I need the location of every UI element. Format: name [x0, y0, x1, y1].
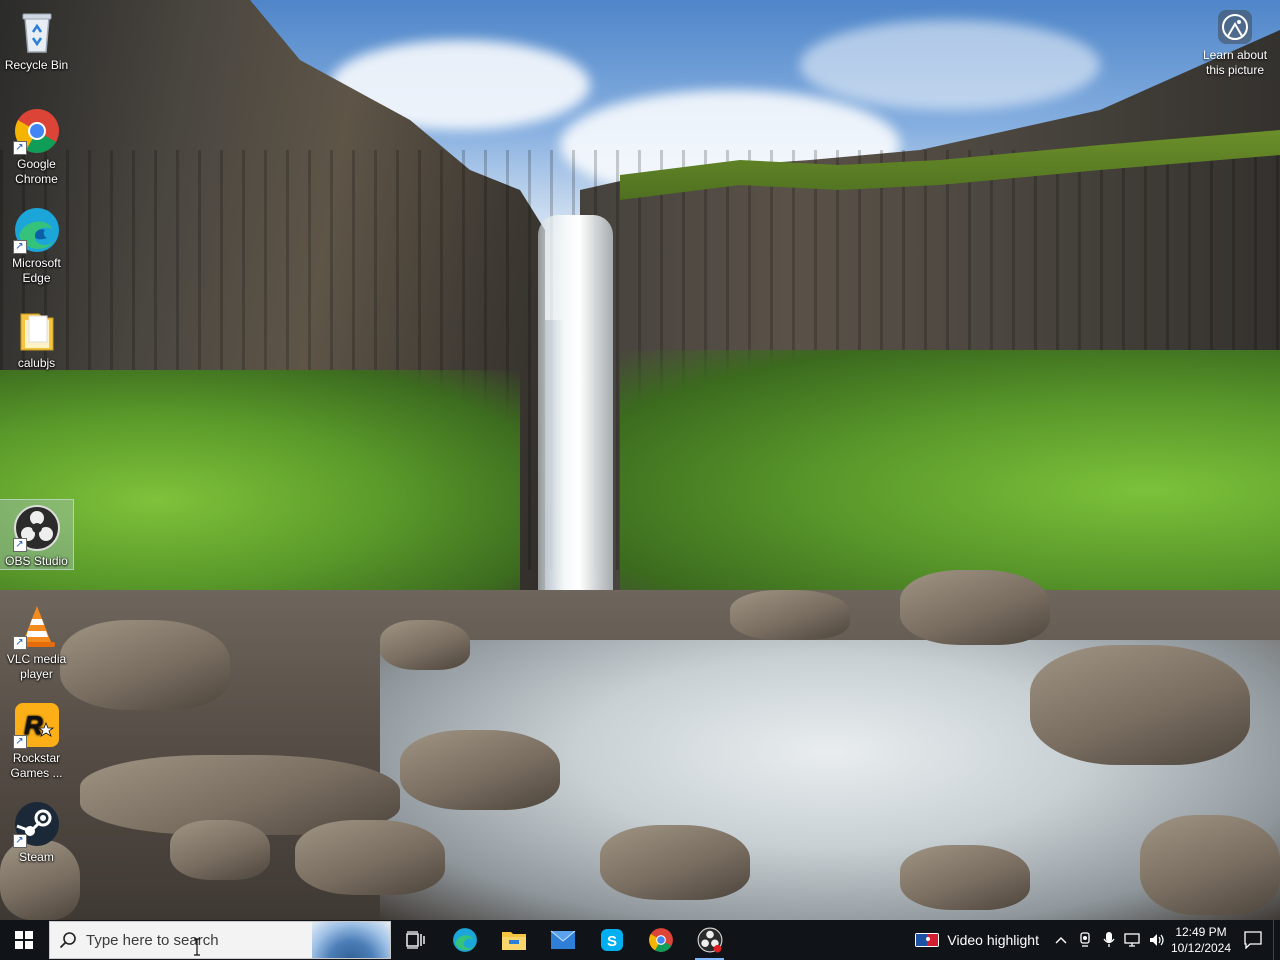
learn-about-picture-button[interactable]: Learn about this picture [1198, 10, 1272, 78]
system-tray: Video highlight 12:49 PM 10/12/2024 [905, 920, 1280, 960]
wallpaper-rock [1030, 645, 1250, 765]
desktop-icon-label: Steam [19, 850, 54, 864]
start-button[interactable] [0, 920, 48, 960]
desktop-icon-label: Recycle Bin [4, 58, 69, 72]
desktop-icon-calubjs[interactable]: calubjs [0, 302, 73, 371]
file-explorer-icon [501, 932, 526, 950]
search-icon [50, 931, 86, 949]
desktop-icon-microsoft-edge[interactable]: ↗ Microsoft Edge [0, 202, 73, 286]
taskbar-clock[interactable]: 12:49 PM 10/12/2024 [1169, 924, 1233, 956]
notification-center-button[interactable] [1233, 920, 1273, 960]
news-widget[interactable]: Video highlight [905, 932, 1049, 948]
taskbar-file-explorer-button[interactable] [489, 920, 538, 960]
shortcut-arrow-icon: ↗ [12, 141, 27, 155]
desktop-icon-recycle-bin[interactable]: Recycle Bin [0, 4, 73, 73]
shortcut-arrow-icon: ↗ [12, 240, 27, 254]
shortcut-arrow-icon: ↗ [12, 636, 27, 650]
desktop-icon-label: Rockstar Games ... [10, 751, 63, 780]
microphone-icon[interactable] [1097, 920, 1121, 960]
clock-date: 10/12/2024 [1170, 941, 1232, 955]
desktop-icon-label: calubjs [17, 356, 56, 370]
volume-icon[interactable] [1145, 920, 1169, 960]
chrome-icon [648, 928, 673, 952]
taskbar-search-box[interactable] [49, 921, 391, 959]
wallpaper-waterfall [538, 215, 613, 630]
notification-icon [1244, 931, 1262, 949]
mlb-logo-icon [915, 933, 940, 947]
webcam-icon[interactable] [1073, 920, 1097, 960]
wallpaper-cloud [800, 20, 1100, 110]
news-widget-label: Video highlight [947, 932, 1039, 948]
learn-about-picture-label: Learn about this picture [1202, 48, 1268, 77]
wallpaper-rock [60, 620, 230, 710]
taskbar: S Video highlight [0, 920, 1280, 960]
edge-icon [452, 928, 477, 952]
camera-icon [1218, 10, 1252, 44]
wallpaper-rock [380, 620, 470, 670]
vlc-cone-icon: ↗ [12, 602, 61, 650]
desktop-icon-vlc-media-player[interactable]: ↗ VLC media player [0, 598, 73, 682]
taskbar-skype-button[interactable]: S [587, 920, 636, 960]
clock-time: 12:49 PM [1175, 925, 1227, 939]
desktop-icon-steam[interactable]: ↗ Steam [0, 796, 73, 865]
taskbar-chrome-button[interactable] [636, 920, 685, 960]
wallpaper-rock [170, 820, 270, 880]
show-hidden-icons-chevron-icon[interactable] [1049, 920, 1073, 960]
taskbar-mail-button[interactable] [538, 920, 587, 960]
wallpaper-rock [1140, 815, 1280, 915]
skype-icon: S [600, 929, 623, 951]
wallpaper-rock [295, 820, 445, 895]
taskbar-edge-button[interactable] [440, 920, 489, 960]
wallpaper-rock [600, 825, 750, 900]
shortcut-arrow-icon: ↗ [12, 834, 27, 848]
edge-icon: ↗ [12, 206, 61, 254]
text-cursor-icon [194, 938, 200, 956]
desktop-icon-rockstar-games[interactable]: R ↗ Rockstar Games ... [0, 697, 73, 781]
task-view-icon [405, 931, 425, 949]
taskbar-obs-button[interactable] [685, 920, 734, 960]
svg-text:S: S [607, 933, 617, 950]
wallpaper-rock [900, 845, 1030, 910]
network-icon[interactable] [1121, 920, 1145, 960]
windows-logo-icon [15, 931, 33, 949]
task-view-button[interactable] [391, 920, 440, 960]
recycle-bin-icon [13, 8, 61, 56]
mail-icon [550, 930, 575, 949]
obs-studio-icon: ↗ [12, 504, 61, 552]
shortcut-arrow-icon: ↗ [12, 735, 27, 749]
desktop-wallpaper [0, 0, 1280, 920]
desktop-icon-label: Microsoft Edge [12, 256, 61, 285]
wallpaper-rock [730, 590, 850, 640]
rockstar-games-icon: R ↗ [12, 701, 61, 749]
search-highlight-image [312, 922, 390, 958]
desktop-icon-label: VLC media player [6, 652, 67, 681]
chrome-icon: ↗ [12, 107, 61, 155]
desktop-icon-label: OBS Studio [5, 554, 68, 568]
desktop-icon-google-chrome[interactable]: ↗ Google Chrome [0, 103, 73, 187]
desktop-icon-label: Google Chrome [15, 157, 58, 186]
shortcut-arrow-icon: ↗ [12, 538, 27, 552]
show-desktop-button[interactable] [1273, 920, 1280, 960]
wallpaper-rock [400, 730, 560, 810]
obs-studio-icon [697, 927, 722, 953]
steam-icon: ↗ [12, 800, 61, 848]
wallpaper-rock [900, 570, 1050, 645]
folder-icon [13, 306, 61, 354]
desktop-icon-obs-studio[interactable]: ↗ OBS Studio [0, 499, 74, 570]
